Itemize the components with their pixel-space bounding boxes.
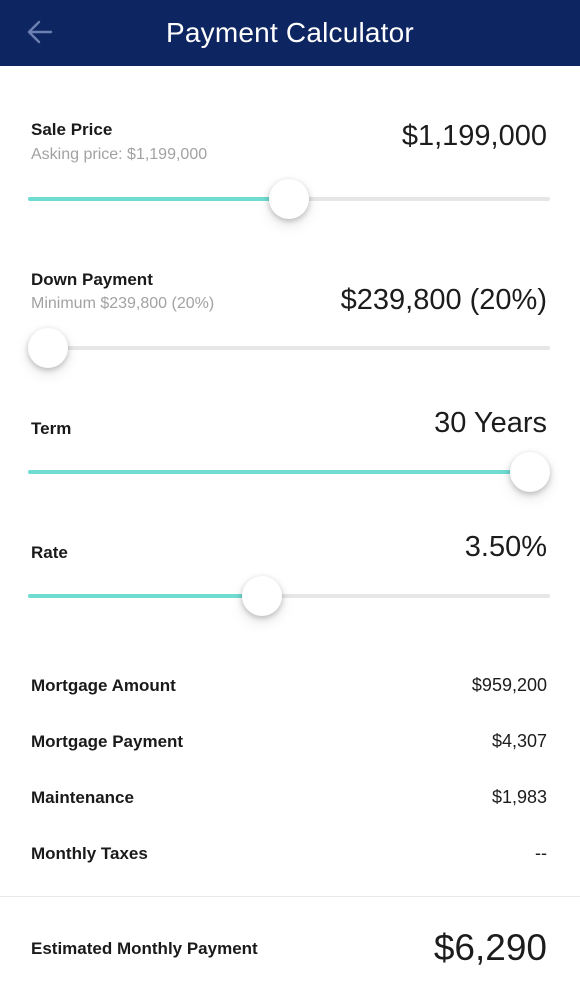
rate-slider[interactable] bbox=[28, 576, 550, 616]
arrow-left-icon bbox=[27, 20, 53, 44]
slider-thumb[interactable] bbox=[269, 179, 309, 219]
estimated-payment-footer: Estimated Monthly Payment $6,290 bbox=[0, 896, 580, 998]
estimated-payment-label: Estimated Monthly Payment bbox=[31, 939, 258, 958]
summary-row-mortgage-amount: Mortgage Amount $959,200 bbox=[0, 672, 580, 702]
page-title: Payment Calculator bbox=[166, 17, 414, 48]
slider-fill bbox=[28, 594, 263, 598]
summary-value: $4,307 bbox=[491, 731, 547, 751]
summary-row-mortgage-payment: Mortgage Payment $4,307 bbox=[0, 728, 580, 758]
summary-value: -- bbox=[535, 843, 547, 863]
slider-thumb[interactable] bbox=[510, 452, 550, 492]
sale-price-value: $1,199,000 bbox=[401, 120, 547, 152]
summary-label: Mortgage Payment bbox=[31, 732, 184, 751]
summary-row-maintenance: Maintenance $1,983 bbox=[0, 784, 580, 814]
slider-fill bbox=[28, 470, 530, 474]
slider-thumb[interactable] bbox=[242, 576, 283, 616]
down-payment-label: Down Payment bbox=[31, 270, 153, 289]
term-slider[interactable] bbox=[28, 452, 550, 492]
down-payment-value: $239,800 (20%) bbox=[340, 284, 547, 316]
back-button[interactable] bbox=[22, 14, 58, 50]
term-value: 30 Years bbox=[434, 407, 547, 439]
slider-thumb[interactable] bbox=[28, 328, 68, 368]
down-payment-slider[interactable] bbox=[28, 328, 550, 368]
sale-price-label: Sale Price bbox=[31, 120, 113, 139]
down-payment-sublabel: Minimum $239,800 (20%) bbox=[31, 295, 215, 312]
slider-fill bbox=[28, 197, 289, 201]
summary-value: $959,200 bbox=[471, 675, 547, 695]
estimated-payment-value: $6,290 bbox=[433, 927, 547, 968]
sale-price-sublabel: Asking price: $1,199,000 bbox=[31, 146, 208, 163]
app-header: Payment Calculator bbox=[0, 0, 580, 66]
summary-label: Monthly Taxes bbox=[31, 844, 148, 863]
slider-track bbox=[28, 346, 550, 350]
summary-label: Mortgage Amount bbox=[31, 676, 176, 695]
summary-value: $1,983 bbox=[491, 787, 547, 807]
term-label: Term bbox=[31, 419, 72, 438]
rate-label: Rate bbox=[31, 543, 68, 562]
sale-price-slider[interactable] bbox=[28, 179, 550, 219]
rate-value: 3.50% bbox=[464, 531, 547, 563]
summary-label: Maintenance bbox=[31, 788, 134, 807]
summary-row-monthly-taxes: Monthly Taxes -- bbox=[0, 840, 580, 870]
